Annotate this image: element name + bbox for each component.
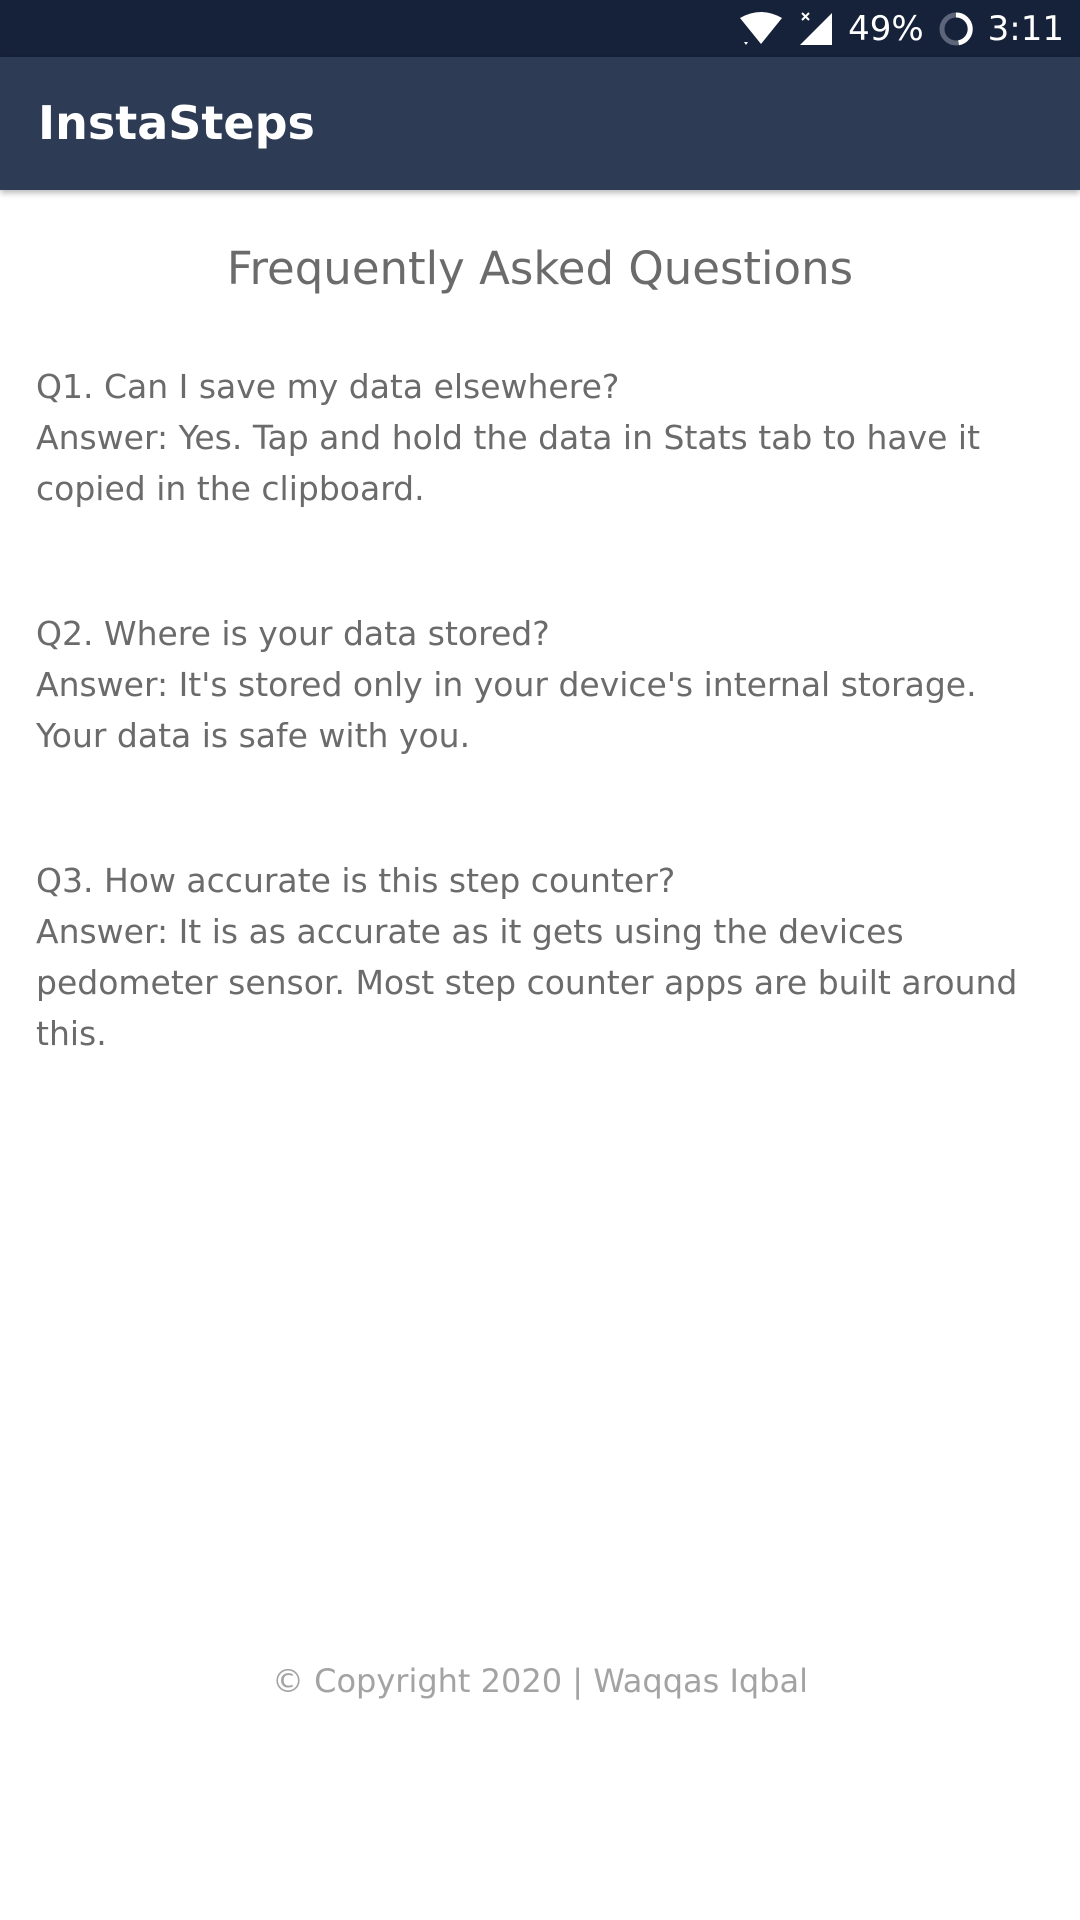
signal-no-data-icon [798, 11, 834, 47]
faq-item: Q2. Where is your data stored? Answer: I… [36, 608, 1046, 761]
faq-answer[interactable]: Answer: Yes. Tap and hold the data in St… [36, 412, 1046, 514]
app-bar: InstaSteps [0, 57, 1080, 190]
battery-ring-icon [938, 11, 974, 47]
faq-question: Q1. Can I save my data elsewhere? [36, 367, 620, 406]
faq-item: Q1. Can I save my data elsewhere? Answer… [36, 361, 1046, 514]
faq-list: Q1. Can I save my data elsewhere? Answer… [36, 361, 1046, 1153]
faq-item: Q3. How accurate is this step counter? A… [36, 855, 1046, 1059]
faq-question: Q3. How accurate is this step counter? [36, 861, 676, 900]
battery-percent: 49% [848, 8, 924, 49]
faq-question: Q2. Where is your data stored? [36, 614, 550, 653]
clock: 3:11 [987, 8, 1064, 49]
faq-answer[interactable]: Answer: It is as accurate as it gets usi… [36, 906, 1046, 1059]
wifi-icon [738, 11, 784, 46]
status-icons: 49% 3:11 [738, 0, 1064, 57]
faq-answer[interactable]: Answer: It's stored only in your device'… [36, 659, 1046, 761]
app-title: InstaSteps [38, 96, 315, 150]
page-title: Frequently Asked Questions [226, 242, 854, 295]
copyright-footer: © Copyright 2020 | Waqqas Iqbal [271, 1662, 809, 1700]
status-bar: 49% 3:11 [0, 0, 1080, 57]
